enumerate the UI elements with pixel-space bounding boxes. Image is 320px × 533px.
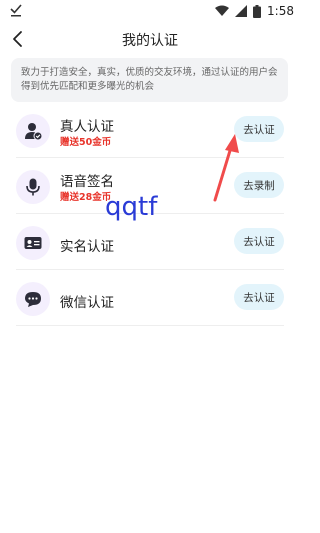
item-reward: 赠送28金币 bbox=[60, 192, 112, 203]
page-title: 我的认证 bbox=[122, 33, 178, 49]
battery-icon bbox=[253, 4, 262, 18]
item-title: 微信认证 bbox=[60, 295, 114, 311]
item-title: 真人认证 bbox=[60, 119, 114, 135]
watermark-text: qqtf bbox=[105, 192, 158, 222]
header: 我的认证 bbox=[0, 22, 300, 56]
notice-banner: 致力于打造安全，真实，优质的交友环境，通过认证的用户会得到优先匹配和更多曝光的机… bbox=[11, 58, 288, 102]
id-card-icon bbox=[16, 226, 50, 260]
check-download-icon bbox=[10, 4, 22, 17]
item-title: 语音签名 bbox=[60, 174, 114, 190]
person-check-icon bbox=[16, 114, 50, 148]
status-bar: 1:58 bbox=[0, 0, 300, 22]
item-reward: 赠送50金币 bbox=[60, 137, 112, 148]
wifi-icon bbox=[215, 5, 230, 16]
list-item-real-name: 实名认证 去认证 bbox=[16, 218, 284, 270]
chat-bubble-icon bbox=[16, 282, 50, 316]
verify-real-name-button[interactable]: 去认证 bbox=[234, 228, 284, 254]
verify-wechat-button[interactable]: 去认证 bbox=[234, 284, 284, 310]
item-title: 实名认证 bbox=[60, 239, 114, 255]
status-time: 1:58 bbox=[267, 4, 294, 18]
annotation-arrow-icon bbox=[213, 134, 239, 202]
list-item-wechat: 微信认证 去认证 bbox=[16, 274, 284, 326]
microphone-icon bbox=[16, 170, 50, 204]
signal-icon bbox=[235, 5, 248, 17]
